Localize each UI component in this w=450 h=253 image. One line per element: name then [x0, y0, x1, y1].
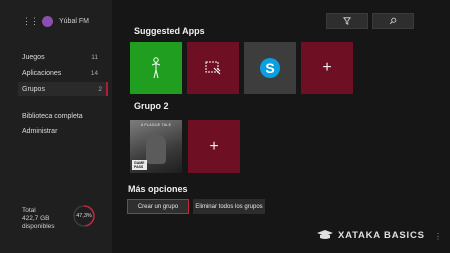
game-pass-badge: GAME PASS: [132, 160, 147, 170]
plus-icon: +: [209, 137, 219, 155]
create-group-button[interactable]: Crear un grupo: [127, 199, 189, 214]
add-to-group-tile[interactable]: +: [188, 120, 240, 173]
group2-title: Grupo 2: [134, 101, 169, 111]
sidebar-item-administrar[interactable]: Administrar: [22, 124, 104, 138]
suggested-apps-title: Suggested Apps: [134, 26, 205, 36]
watermark: XATAKA BASICS: [316, 229, 425, 241]
plus-icon: +: [322, 59, 332, 76]
sidebar-item-label: Juegos: [22, 53, 45, 61]
person-icon: [151, 57, 161, 79]
sidebar-item-count: 2: [98, 85, 102, 93]
search-icon: [389, 17, 397, 25]
game-art-title: A PLAGUE TALE: [140, 123, 172, 127]
screen-pin-icon: [205, 61, 221, 75]
avatar: [42, 16, 53, 27]
graduation-cap-icon: [317, 230, 333, 239]
storage-available-label: disponibles: [22, 223, 55, 230]
sidebar: ⋮⋮ Yúbal FM Juegos 11 Aplicaciones 14 Gr…: [0, 0, 112, 253]
more-icon[interactable]: ⋮: [434, 232, 442, 241]
more-options-title: Más opciones: [128, 184, 188, 194]
sidebar-item-label: Biblioteca completa: [22, 112, 83, 120]
sidebar-item-label: Administrar: [22, 127, 58, 135]
add-app-tile[interactable]: +: [301, 42, 353, 94]
profile-name: Yúbal FM: [59, 18, 89, 25]
filter-icon: [343, 17, 351, 25]
storage-info: Total 422,7 GB disponibles: [22, 207, 55, 231]
watermark-text: XATAKA BASICS: [338, 229, 425, 241]
sidebar-item-biblioteca[interactable]: Biblioteca completa: [22, 109, 104, 123]
app-tile-skype[interactable]: S: [244, 42, 296, 94]
search-button[interactable]: [372, 13, 414, 29]
sidebar-item-label: Aplicaciones: [22, 69, 62, 77]
app-tile-avatar[interactable]: [130, 42, 182, 94]
sidebar-item-label: Grupos: [22, 85, 45, 93]
storage-total-label: Total: [22, 207, 36, 214]
storage-amount: 422,7 GB: [22, 215, 50, 222]
storage-percent: 47,3%: [76, 213, 92, 219]
sidebar-item-count: 14: [90, 69, 98, 77]
badge-line-2: PASS: [134, 165, 144, 169]
sidebar-item-aplicaciones[interactable]: Aplicaciones 14: [22, 66, 104, 80]
svg-text:S: S: [265, 60, 274, 76]
sidebar-item-juegos[interactable]: Juegos 11: [22, 50, 104, 64]
game-tile-plague-tale[interactable]: A PLAGUE TALE GAME PASS: [130, 120, 182, 173]
filter-button[interactable]: [326, 13, 368, 29]
delete-all-groups-button[interactable]: Eliminar todos los grupos: [193, 199, 265, 214]
app-tile-snip[interactable]: [187, 42, 239, 94]
skype-icon: S: [260, 58, 280, 78]
menu-dots-icon: ⋮⋮: [22, 16, 39, 26]
profile[interactable]: ⋮⋮ Yúbal FM: [22, 16, 89, 27]
sidebar-item-count: 11: [91, 53, 98, 61]
sidebar-item-grupos[interactable]: Grupos 2: [18, 82, 108, 96]
game-art-figure: [146, 134, 166, 164]
